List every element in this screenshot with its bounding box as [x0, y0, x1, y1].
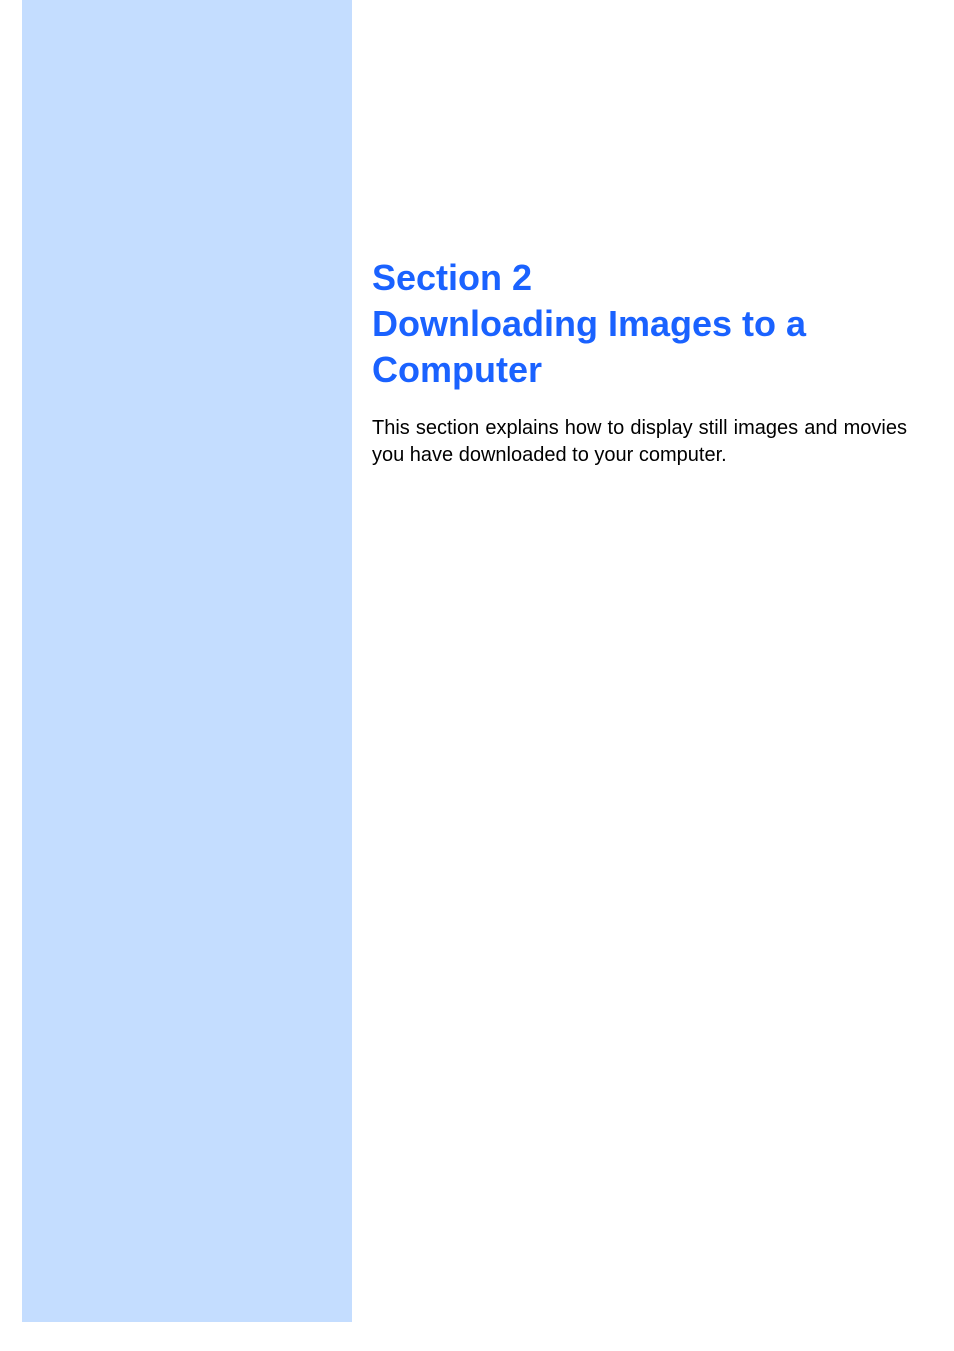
section-heading: Section 2 Downloading Images to a Comput…	[372, 255, 907, 393]
sidebar-panel	[22, 0, 352, 1322]
intro-paragraph: This section explains how to display sti…	[372, 415, 907, 469]
section-title-line1: Downloading Images to a	[372, 303, 806, 344]
main-content: Section 2 Downloading Images to a Comput…	[372, 255, 907, 469]
section-title-line2: Computer	[372, 349, 542, 390]
section-number: Section 2	[372, 257, 532, 298]
